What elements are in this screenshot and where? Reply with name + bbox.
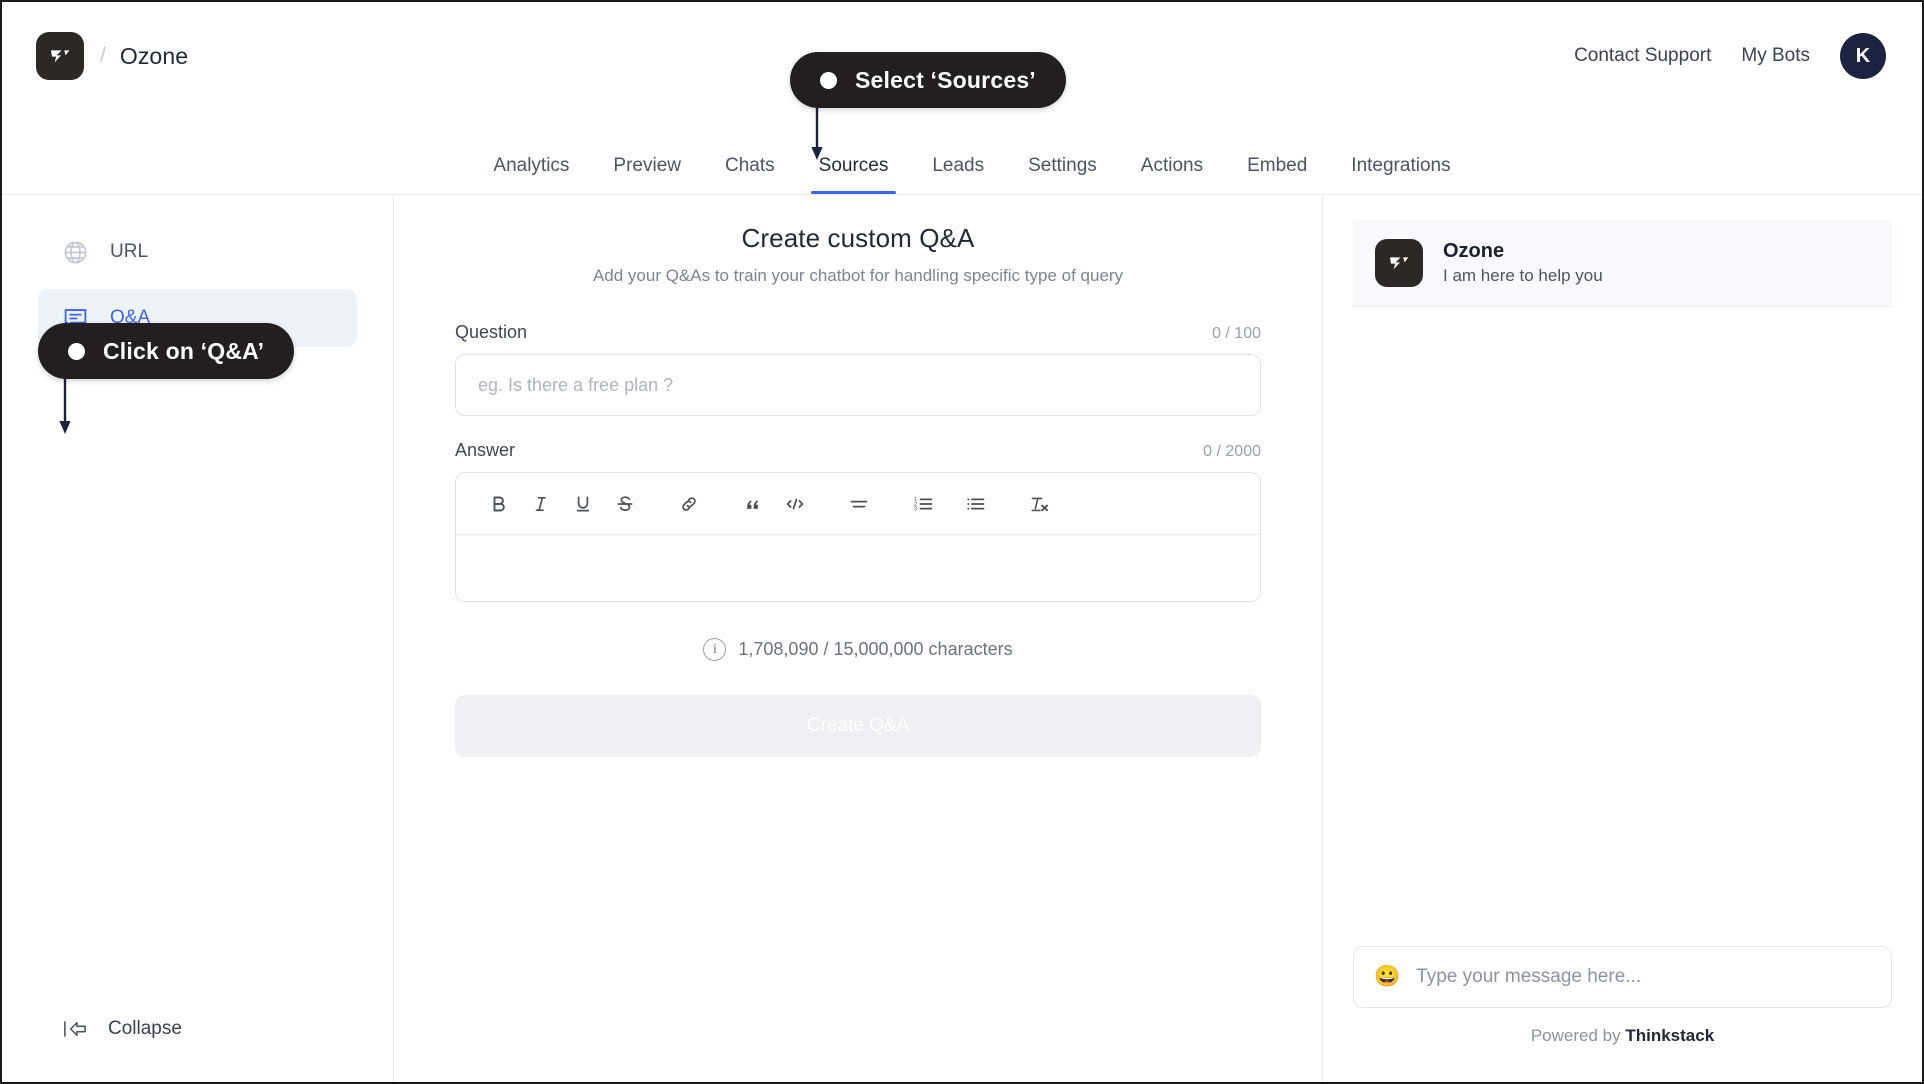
blockquote-icon[interactable] [732, 483, 774, 525]
underline-icon[interactable] [562, 483, 604, 525]
tab-label: Chats [725, 155, 775, 176]
character-usage-text: 1,708,090 / 15,000,000 characters [738, 639, 1013, 659]
tab-embed[interactable]: Embed [1225, 155, 1329, 194]
editor-toolbar: 1 2 3 [456, 473, 1260, 535]
tab-analytics[interactable]: Analytics [471, 155, 591, 194]
tab-label: Preview [613, 155, 681, 176]
chat-bot-header: Ozone I am here to help you [1353, 220, 1892, 307]
answer-textarea[interactable] [456, 535, 1260, 601]
breadcrumb-bot-name[interactable]: Ozone [120, 43, 188, 70]
powered-by-brand: Thinkstack [1625, 1026, 1715, 1045]
chat-message-input[interactable]: 😀 Type your message here... [1353, 946, 1892, 1008]
chat-messages-area [1353, 307, 1892, 946]
tab-label: Integrations [1351, 155, 1451, 176]
tab-settings[interactable]: Settings [1006, 155, 1119, 194]
info-icon: i [703, 638, 727, 661]
bullet-list-icon[interactable] [954, 483, 996, 525]
question-counter: 0 / 100 [1212, 325, 1261, 342]
tab-integrations[interactable]: Integrations [1329, 155, 1472, 194]
callout-arrow-qna [59, 372, 71, 434]
page-title: Create custom Q&A [741, 223, 975, 253]
tab-actions[interactable]: Actions [1119, 155, 1225, 194]
breadcrumb-separator: / [100, 44, 106, 67]
callout-dot-icon [820, 71, 837, 89]
page-subtitle: Add your Q&As to train your chatbot for … [592, 266, 1124, 285]
chat-preview-panel: Ozone I am here to help you 😀 Type your … [1322, 195, 1922, 1082]
question-field-header: Question 0 / 100 [455, 322, 1261, 343]
contact-support-link[interactable]: Contact Support [1574, 45, 1711, 67]
sidebar-item-url[interactable]: URL [38, 223, 357, 281]
thinkstack-logo-icon [1375, 238, 1423, 287]
avatar[interactable]: K [1840, 33, 1886, 79]
answer-counter: 0 / 2000 [1203, 443, 1261, 460]
app-window: / Ozone Contact Support My Bots K Analyt… [0, 0, 1924, 1084]
grinning-face-icon[interactable]: 😀 [1374, 965, 1400, 989]
callout-select-sources: Select ‘Sources’ [790, 52, 1066, 108]
tab-label: Embed [1247, 155, 1308, 176]
nav-tabs: Analytics Preview Chats Sources Leads Se… [2, 110, 1922, 194]
chat-bot-status: I am here to help you [1443, 266, 1603, 285]
link-icon[interactable] [668, 483, 710, 525]
ordered-list-icon[interactable]: 1 2 3 [902, 483, 944, 525]
collapse-label: Collapse [108, 1018, 182, 1039]
sidebar-item-label: URL [110, 241, 149, 262]
callout-click-qna: Click on ‘Q&A’ [38, 323, 295, 379]
globe-icon [60, 237, 90, 267]
align-icon[interactable] [838, 483, 880, 525]
avatar-initial: K [1855, 44, 1871, 67]
callout-arrow-sources [811, 102, 823, 160]
italic-icon[interactable] [520, 483, 562, 525]
tab-preview[interactable]: Preview [591, 155, 703, 194]
top-bar-actions: Contact Support My Bots K [1574, 33, 1886, 79]
question-label: Question [455, 322, 528, 342]
strikethrough-icon[interactable] [604, 483, 646, 525]
nav-tabs-bar: Analytics Preview Chats Sources Leads Se… [2, 110, 1922, 195]
question-input[interactable] [455, 354, 1261, 416]
callout-dot-icon [68, 342, 85, 360]
callout-text: Select ‘Sources’ [855, 66, 1036, 93]
answer-field-header: Answer 0 / 2000 [455, 440, 1261, 461]
tab-label: Analytics [493, 155, 570, 176]
breadcrumb: / Ozone [36, 32, 188, 80]
page-body: URL Q&A Collapse Create custom Q&A Add y… [2, 195, 1922, 1082]
tab-label: Actions [1140, 155, 1204, 176]
svg-text:3: 3 [914, 506, 917, 512]
collapse-left-icon [60, 1014, 90, 1044]
tab-chats[interactable]: Chats [703, 155, 797, 194]
collapse-button[interactable]: Collapse [38, 1014, 357, 1082]
chat-input-placeholder: Type your message here... [1416, 966, 1642, 987]
answer-label: Answer [455, 440, 516, 460]
qna-form-panel: Create custom Q&A Add your Q&As to train… [394, 195, 1322, 1082]
callout-text: Click on ‘Q&A’ [103, 337, 265, 364]
clear-format-icon[interactable] [1018, 483, 1060, 525]
code-icon[interactable] [774, 483, 816, 525]
tab-leads[interactable]: Leads [910, 155, 1006, 194]
answer-editor: 1 2 3 [455, 472, 1261, 602]
powered-by-label: Powered by Thinkstack [1353, 1026, 1892, 1082]
tab-label: Leads [932, 155, 985, 176]
tab-label: Settings [1028, 155, 1097, 176]
create-qna-button[interactable]: Create Q&A [455, 695, 1261, 757]
character-usage: i 1,708,090 / 15,000,000 characters [455, 638, 1261, 661]
thinkstack-logo-icon[interactable] [36, 32, 84, 80]
powered-by-prefix: Powered by [1530, 1026, 1626, 1045]
bold-icon[interactable] [478, 483, 520, 525]
my-bots-link[interactable]: My Bots [1741, 45, 1810, 67]
chat-bot-name: Ozone [1443, 240, 1505, 262]
